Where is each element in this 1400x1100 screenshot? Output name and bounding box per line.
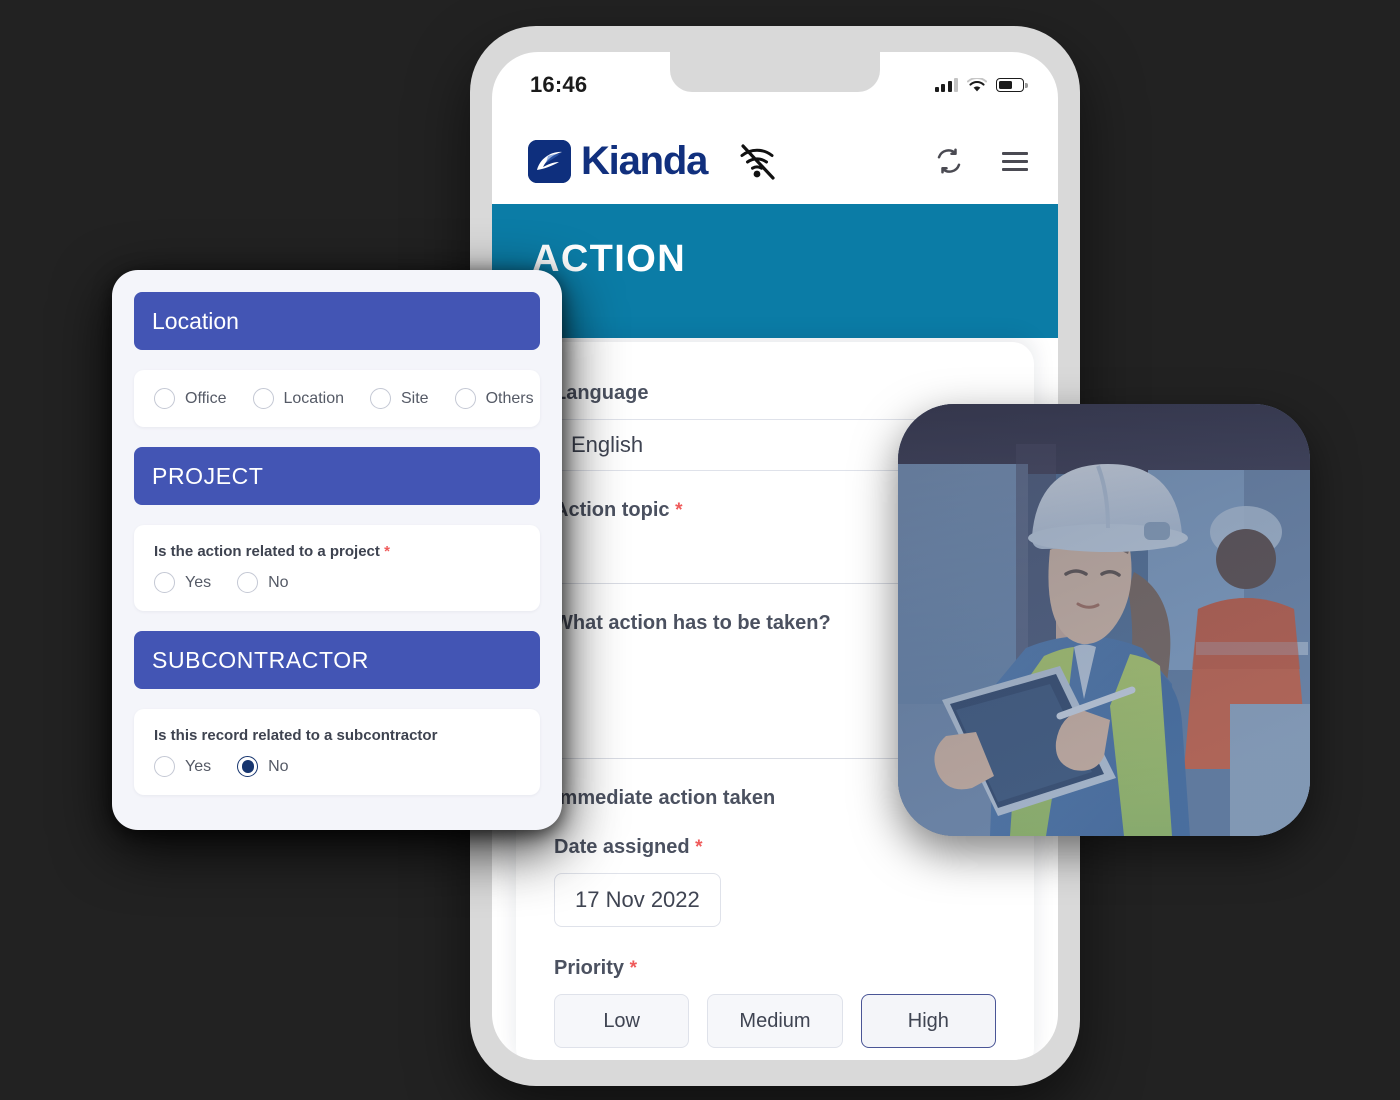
worksite-photo-card: [898, 404, 1310, 836]
priority-choice-group: Low Medium High: [554, 994, 996, 1048]
radio-icon: [370, 388, 391, 409]
date-assigned-input[interactable]: 17 Nov 2022: [554, 873, 721, 927]
project-option-yes[interactable]: Yes: [154, 572, 211, 593]
priority-option-high[interactable]: High: [860, 994, 996, 1048]
priority-option-medium[interactable]: Medium: [707, 994, 843, 1048]
required-marker: *: [675, 500, 683, 521]
radio-icon: [237, 572, 259, 593]
section-body-project: Is the action related to a project * Yes…: [134, 525, 540, 611]
radio-icon: [454, 388, 476, 409]
status-bar-icons: [934, 77, 1028, 93]
phone-notch: [670, 52, 880, 92]
brand[interactable]: Kianda: [528, 139, 708, 183]
location-option-site[interactable]: Site: [370, 388, 429, 409]
date-assigned-label: Date assigned *: [554, 836, 703, 858]
wifi-icon: [967, 77, 987, 91]
page-root: 16:46 Kianda ACTION Language English Act…: [0, 0, 1400, 1100]
section-title-project: PROJECT: [152, 462, 264, 489]
app-bar: Kianda: [492, 118, 1058, 204]
language-select-value: English: [571, 432, 644, 457]
project-radio-group: Yes No: [154, 572, 520, 593]
required-marker: *: [695, 837, 703, 858]
section-body-location: Office Location Site Others: [134, 370, 540, 427]
section-header-subcontractor: SUBCONTRACTOR: [134, 631, 540, 689]
radio-icon-checked: [237, 756, 259, 777]
brand-name: Kianda: [581, 139, 708, 183]
required-marker: *: [384, 543, 390, 560]
language-label: Language: [554, 382, 649, 404]
refresh-sync-icon[interactable]: [934, 146, 964, 176]
radio-icon: [154, 572, 175, 593]
kianda-logo-icon: [528, 139, 571, 183]
page-title: ACTION: [532, 238, 687, 280]
location-option-location[interactable]: Location: [252, 388, 344, 409]
location-project-card: Location Office Location Site Others PRO…: [112, 270, 562, 830]
section-header-project: PROJECT: [134, 447, 540, 505]
section-body-subcontractor: Is this record related to a subcontracto…: [134, 709, 540, 795]
section-title-subcontractor: SUBCONTRACTOR: [152, 646, 369, 673]
subcontractor-option-no[interactable]: No: [237, 756, 289, 777]
battery-icon: [996, 78, 1028, 92]
project-question-label: Is the action related to a project *: [154, 543, 390, 560]
action-banner: ACTION: [492, 204, 1058, 338]
worksite-photo: [898, 404, 1310, 836]
priority-label: Priority *: [554, 957, 637, 979]
app-bar-actions: [934, 146, 1028, 176]
location-radio-group: Office Location Site Others: [154, 388, 534, 409]
radio-icon: [154, 388, 175, 409]
radio-icon: [252, 388, 274, 409]
section-header-location: Location: [134, 292, 540, 350]
subcontractor-question-label: Is this record related to a subcontracto…: [154, 727, 438, 744]
signal-bars-icon: [934, 78, 958, 92]
section-title-location: Location: [152, 307, 239, 334]
location-option-office[interactable]: Office: [154, 388, 227, 409]
radio-icon: [154, 756, 175, 777]
subcontractor-option-yes[interactable]: Yes: [154, 756, 211, 777]
required-marker: *: [629, 958, 637, 979]
wifi-off-icon: [740, 144, 775, 180]
priority-option-low[interactable]: Low: [554, 994, 690, 1048]
status-time: 16:46: [530, 72, 588, 97]
project-option-no[interactable]: No: [237, 572, 289, 593]
subcontractor-radio-group: Yes No: [154, 756, 520, 777]
location-option-others[interactable]: Others: [454, 388, 534, 409]
hamburger-menu-icon[interactable]: [1002, 151, 1028, 171]
